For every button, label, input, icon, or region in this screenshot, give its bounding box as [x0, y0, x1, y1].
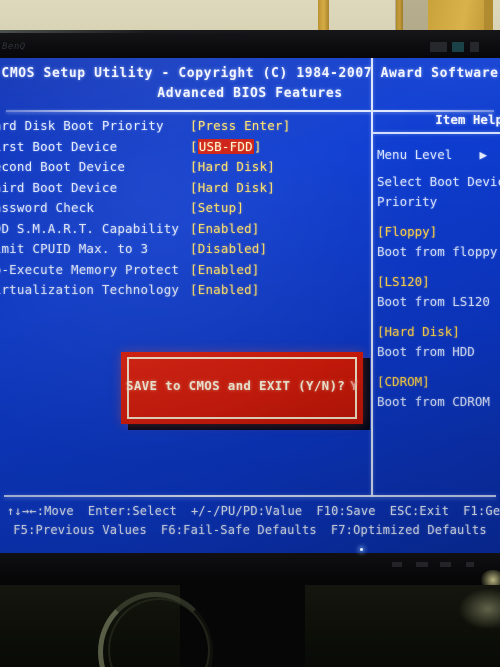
help-entry-list: [Floppy] Boot from floppy [LS120] Boot from…: [377, 211, 500, 411]
key-help-row-1: ↑↓→←:Move Enter:Select +/-/PU/PD:Value F10:…: [0, 502, 500, 521]
help-entry-key: [LS120]: [377, 274, 430, 289]
settings-list: Hard Disk Boot Priority [Press Enter] Firs…: [0, 118, 368, 305]
key-help-footer: ↑↓→←:Move Enter:Select +/-/PU/PD:Value F10:…: [0, 502, 500, 540]
bezel-button-3[interactable]: [440, 562, 451, 567]
save-exit-dialog[interactable]: SAVE to CMOS and EXIT (Y/N)? Y: [121, 352, 363, 424]
selected-value-highlight: USB-FDD: [197, 138, 254, 154]
key-hint: Enter:Select: [87, 504, 177, 518]
monitor-bezel-bottom: [0, 553, 500, 585]
help-entry-description: Boot from floppy: [377, 243, 498, 259]
key-hint: F6:Fail-Safe Defaults: [160, 523, 317, 537]
setting-row[interactable]: Hard Disk Boot Priority [Press Enter]: [0, 118, 368, 141]
setting-label: Third Boot Device: [0, 179, 118, 195]
menu-level-label: Menu Level: [377, 146, 453, 162]
setting-row[interactable]: Limit CPUID Max. to 3 [Disabled]: [0, 241, 368, 264]
help-spacer: [377, 211, 500, 222]
dialog-message-row: SAVE to CMOS and EXIT (Y/N)? Y: [121, 378, 363, 393]
dialog-answer-input[interactable]: Y: [350, 378, 358, 393]
help-entry-description: Boot from HDD: [377, 343, 475, 359]
help-entry-key: [CDROM]: [377, 374, 430, 389]
setting-value[interactable]: [Enabled]: [190, 263, 260, 277]
setting-label: Second Boot Device: [0, 159, 126, 174]
osd-button-3[interactable]: [470, 42, 479, 52]
setting-label: No-Execute Memory Protect: [0, 261, 180, 277]
monitor-bezel-top: [0, 30, 500, 58]
setting-value[interactable]: [Hard Disk]: [190, 160, 275, 174]
help-entry-description: Boot from CDROM: [377, 393, 490, 409]
key-hint: ESC:Exit: [389, 504, 450, 518]
setting-value[interactable]: [USB-FDD]: [190, 138, 262, 154]
vertical-divider-top: [371, 58, 373, 110]
dialog-message: SAVE to CMOS and EXIT (Y/N)?: [126, 378, 346, 393]
key-hint: F1:General Help: [463, 504, 500, 518]
setting-row[interactable]: Password Check [Setup]: [0, 200, 368, 223]
help-entry-description: Boot from LS120: [377, 293, 490, 309]
bios-screen: CMOS Setup Utility - Copyright (C) 1984-…: [0, 58, 500, 553]
photo-of-monitor: BenQ CMOS Setup Utility - Copyright (C) …: [0, 0, 500, 667]
setting-value[interactable]: [Enabled]: [190, 283, 260, 297]
bezel-highlight: [0, 30, 500, 33]
bios-title-line-1: CMOS Setup Utility - Copyright (C) 1984-…: [1, 66, 499, 81]
setting-row[interactable]: Second Boot Device [Hard Disk]: [0, 159, 368, 182]
setting-label: Limit CPUID Max. to 3: [0, 241, 149, 256]
setting-row[interactable]: Virtualization Technology [Enabled]: [0, 282, 368, 305]
help-description-line-2: Priority: [377, 193, 438, 209]
key-hint: +/-/PU/PD:Value: [190, 504, 303, 518]
help-description-line-1: Select Boot Device: [377, 174, 500, 189]
monitor-brand-logo: BenQ: [2, 42, 26, 52]
setting-value[interactable]: [Enabled]: [190, 222, 260, 236]
setting-row[interactable]: HDD S.M.A.R.T. Capability [Enabled]: [0, 220, 368, 244]
help-entry-key: [Hard Disk]: [377, 324, 460, 339]
setting-value[interactable]: [Disabled]: [190, 242, 267, 256]
bios-title-line-2: Advanced BIOS Features: [157, 86, 343, 101]
header-divider: [6, 110, 494, 112]
chevron-right-icon: ▶: [479, 146, 487, 162]
item-help-title: Item Help: [435, 112, 500, 127]
key-hint: ↑↓→←:Move: [7, 504, 74, 518]
setting-row[interactable]: First Boot Device [USB-FDD]: [0, 138, 368, 162]
setting-value[interactable]: [Hard Disk]: [190, 181, 275, 195]
help-spacer: [377, 261, 500, 272]
key-hint: F7:Optimized Defaults: [330, 523, 487, 537]
setting-row[interactable]: Third Boot Device [Hard Disk]: [0, 179, 368, 203]
setting-value[interactable]: [Press Enter]: [190, 119, 290, 133]
help-spacer: [377, 361, 500, 372]
setting-value[interactable]: [Setup]: [190, 201, 244, 215]
key-help-row-2: F5:Previous Values F6:Fail-Safe Defaults F…: [0, 521, 500, 540]
vertical-divider: [371, 112, 373, 496]
osd-button-2[interactable]: [452, 42, 464, 52]
menu-level-row: Menu Level ▶: [377, 127, 500, 162]
key-hint: F5:Previous Values: [13, 523, 147, 537]
help-spacer-1: [377, 161, 500, 172]
bezel-button-2[interactable]: [416, 562, 428, 567]
setting-label: Virtualization Technology: [0, 282, 180, 297]
help-entry-key: [Floppy]: [377, 224, 438, 239]
footer-divider: [4, 495, 496, 497]
setting-label: HDD S.M.A.R.T. Capability: [0, 220, 180, 236]
item-help-panel: Item Help Menu Level ▶ Select Boot Devic…: [377, 112, 500, 411]
setting-label: Hard Disk Boot Priority: [0, 118, 164, 133]
setting-label: Password Check: [0, 200, 95, 215]
key-hint: F10:Save: [316, 504, 376, 518]
setting-row[interactable]: No-Execute Memory Protect [Enabled]: [0, 261, 368, 285]
help-spacer: [377, 311, 500, 322]
bezel-button-4[interactable]: [466, 562, 474, 567]
screen-pixel-glint: [360, 548, 363, 551]
osd-button-1[interactable]: [430, 42, 447, 52]
setting-label: First Boot Device: [0, 138, 118, 154]
bezel-button-1[interactable]: [392, 562, 402, 567]
